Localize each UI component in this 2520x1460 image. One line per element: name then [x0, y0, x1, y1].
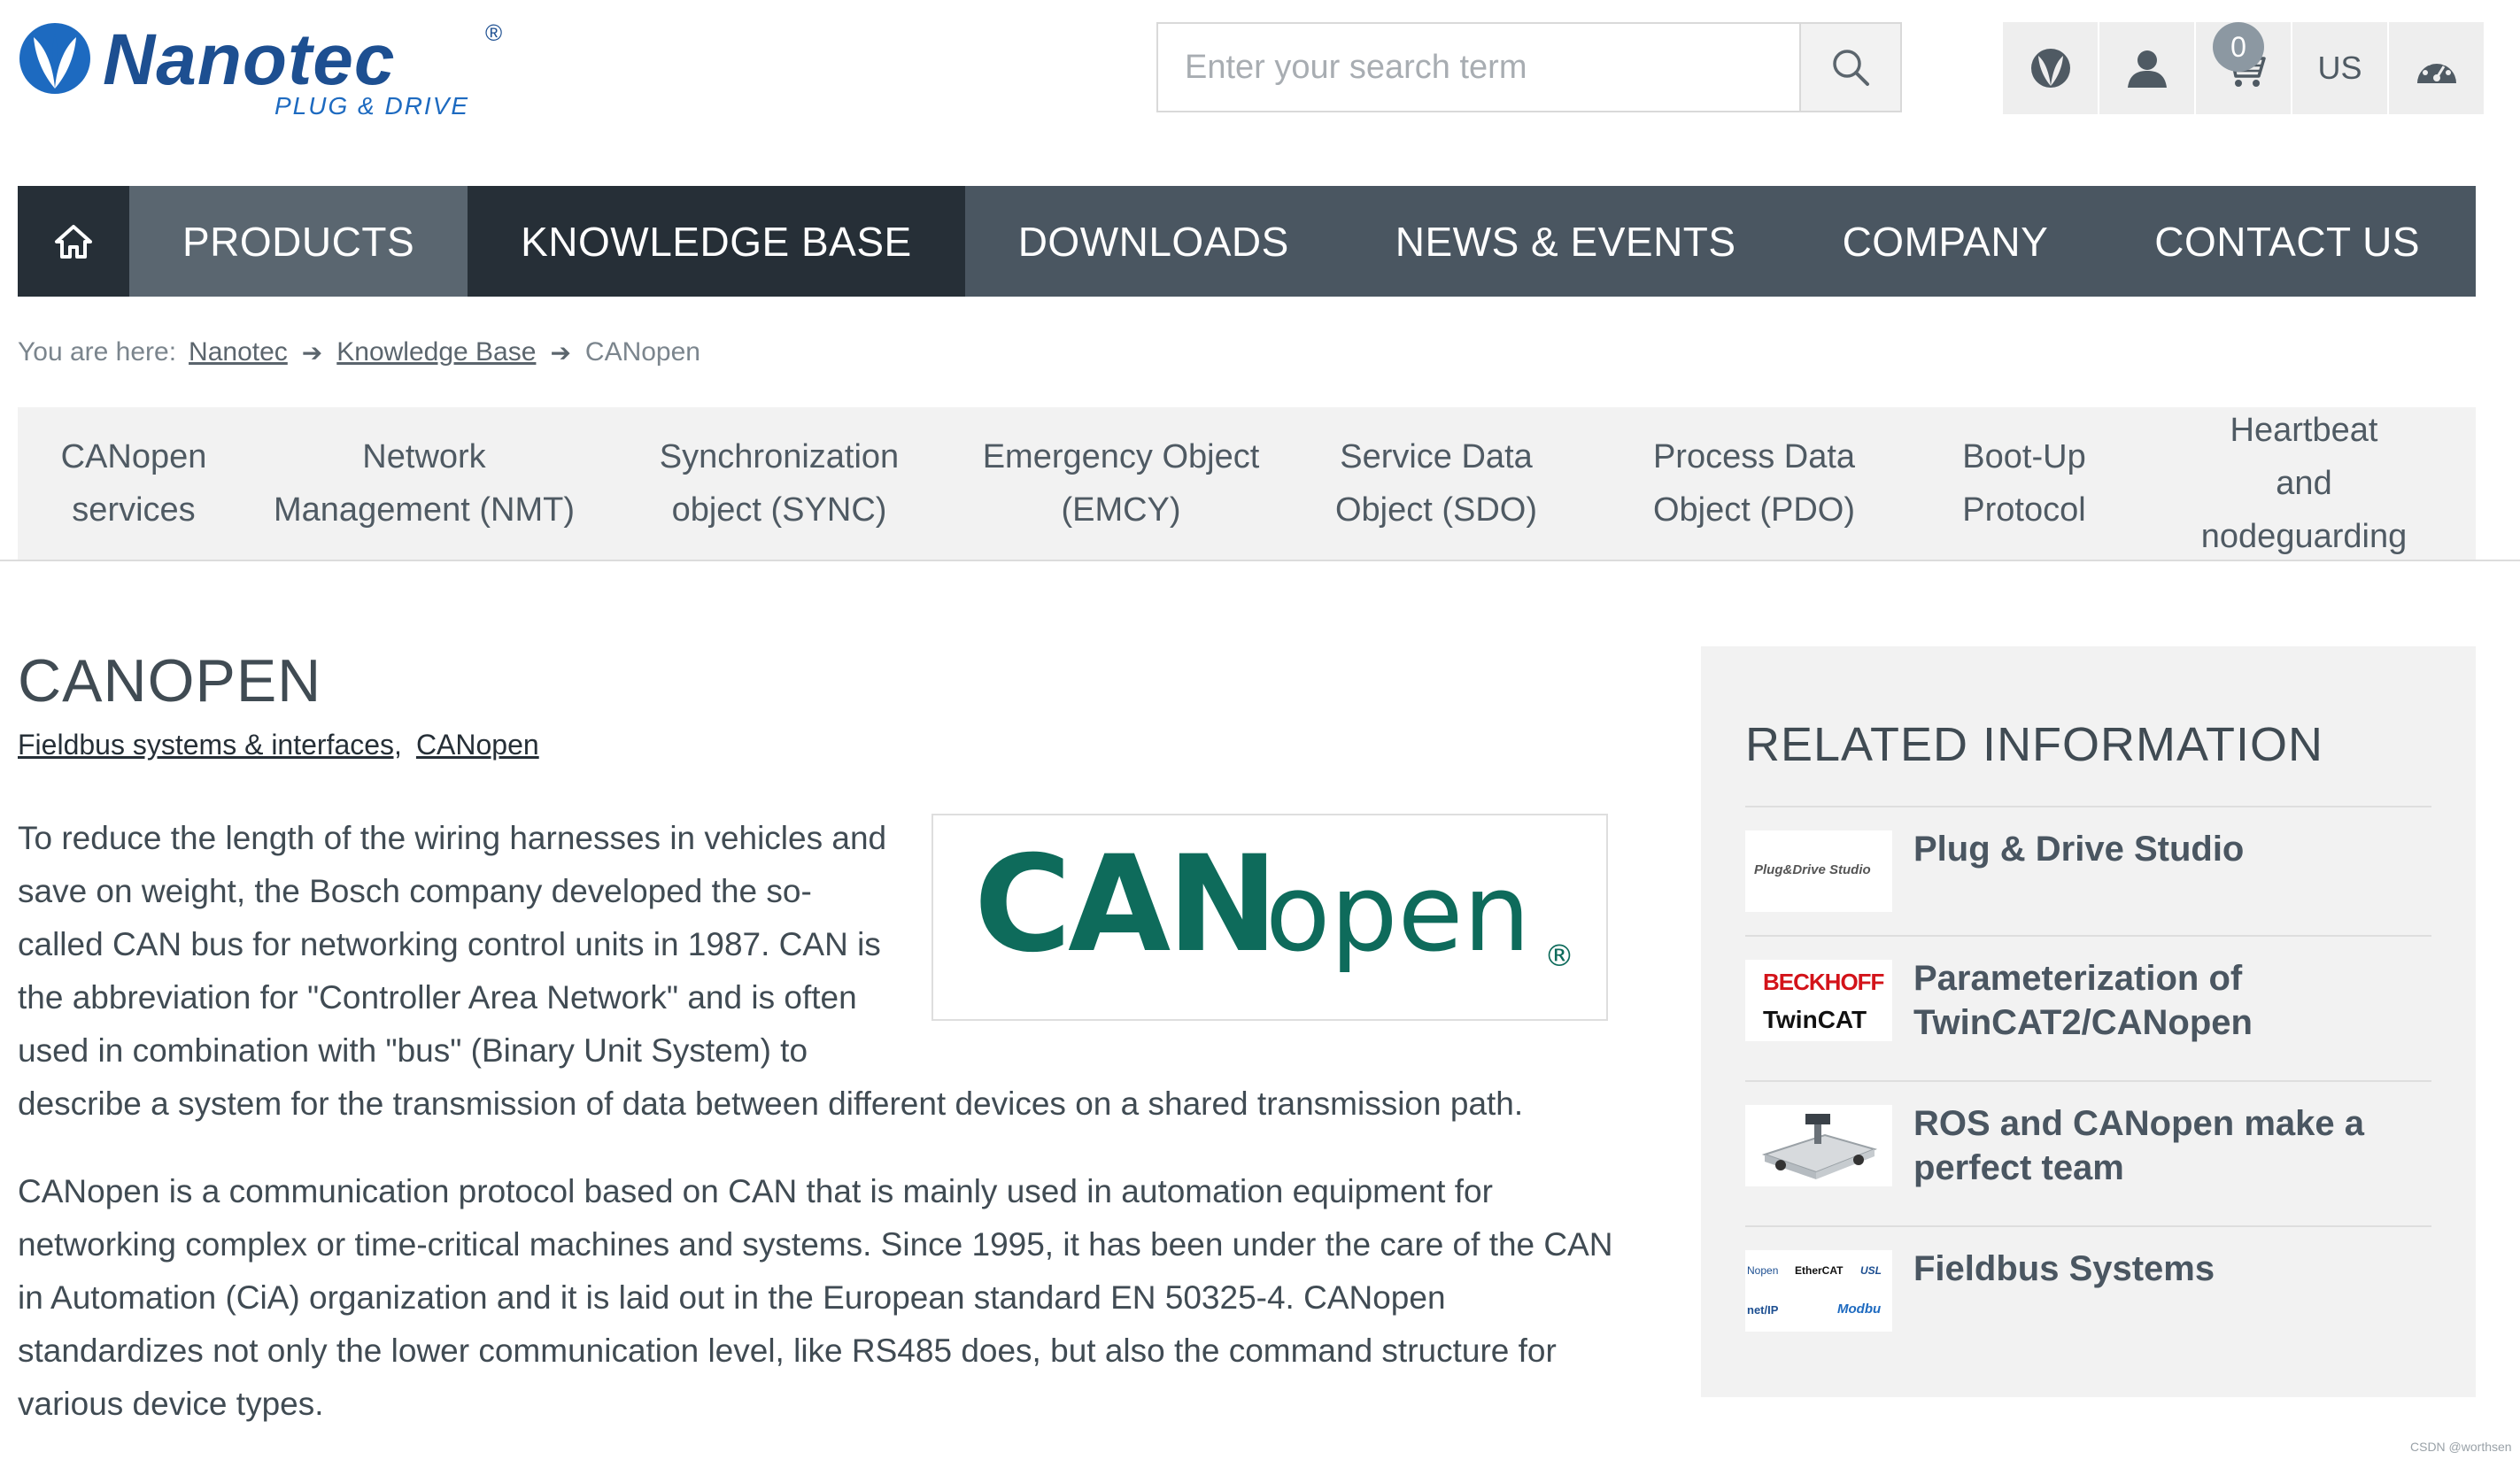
related-item-label[interactable]: ROS and CANopen make a perfect team: [1913, 1101, 2427, 1190]
subnav-canopen-services[interactable]: CANopen services: [61, 407, 207, 560]
subnav-emcy[interactable]: Emergency Object (EMCY): [983, 407, 1260, 560]
tag-canopen[interactable]: CANopen: [416, 729, 539, 761]
subnav-label: CANopen: [60, 438, 207, 475]
thumb-text: net/IP: [1747, 1303, 1779, 1317]
logo-wordmark: Nanotec: [103, 19, 396, 100]
thumb-text: Plug&Drive Studio: [1754, 862, 1871, 877]
region-label: US: [2317, 50, 2362, 86]
search-input[interactable]: [1158, 24, 1799, 111]
cart-count-badge: 0: [2213, 22, 2264, 72]
thumb-text: USL: [1860, 1264, 1882, 1277]
thumb-text: EtherCAT: [1795, 1264, 1844, 1277]
tag-list: Fieldbus systems & interfaces, CANopen: [18, 729, 539, 761]
arrow-right-icon: ➔: [301, 338, 323, 367]
subnav-heartbeat[interactable]: Heartbeat and nodeguarding: [2201, 407, 2407, 560]
nanotec-shop-button[interactable]: [2003, 22, 2099, 114]
canopen-logo-open: open: [1265, 853, 1530, 976]
canopen-logo-image: CAN open ®: [931, 814, 1608, 1021]
nanotec-logo[interactable]: Nanotec ® PLUG & DRIVE: [18, 18, 514, 124]
related-item[interactable]: BECKHOFF TwinCAT Parameterization of Twi…: [1745, 935, 2431, 1082]
thumb-text: Modbu: [1837, 1302, 1882, 1317]
region-selector[interactable]: US: [2292, 22, 2389, 114]
thumb-text: TwinCAT: [1763, 1006, 1867, 1033]
account-button[interactable]: [2099, 22, 2196, 114]
subnav-label: nodeguarding: [2200, 518, 2408, 555]
nav-news-events[interactable]: NEWS & EVENTS: [1342, 186, 1790, 297]
breadcrumb-nanotec[interactable]: Nanotec: [189, 337, 288, 367]
nav-company[interactable]: COMPANY: [1790, 186, 2102, 297]
nav-contact-us[interactable]: CONTACT US: [2101, 186, 2473, 297]
related-item-label[interactable]: Plug & Drive Studio: [1913, 827, 2427, 871]
divider: [0, 560, 2520, 561]
subnav-sdo[interactable]: Service Data Object (SDO): [1335, 407, 1537, 560]
nanotec-leaf-icon: [19, 23, 90, 94]
beckhoff-twincat-thumb: BECKHOFF TwinCAT: [1745, 960, 1892, 1041]
subnav-label: Boot-Up: [1962, 438, 2086, 475]
fieldbus-logos-thumb: Nopen EtherCAT USL net/IP Modbu: [1745, 1250, 1892, 1332]
related-item[interactable]: ROS and CANopen make a perfect team: [1745, 1080, 2431, 1227]
subnav-label: Protocol: [1962, 491, 2086, 529]
subnav-label: Object (PDO): [1652, 491, 1856, 529]
dashboard-button[interactable]: [2389, 22, 2485, 114]
search-icon: [1833, 50, 1869, 86]
thumb-text: BECKHOFF: [1763, 969, 1884, 995]
subnav-nmt[interactable]: Network Management (NMT): [274, 407, 575, 560]
nav-downloads[interactable]: DOWNLOADS: [965, 186, 1342, 297]
user-icon: [2127, 50, 2167, 88]
logo-tagline: PLUG & DRIVE: [274, 92, 470, 120]
breadcrumb: You are here: Nanotec ➔ Knowledge Base ➔…: [18, 333, 700, 372]
nav-products[interactable]: PRODUCTS: [129, 186, 468, 297]
canopen-logo-reg: ®: [1544, 939, 1574, 974]
nav-knowledge-base[interactable]: KNOWLEDGE BASE: [468, 186, 965, 297]
subnav-label: Service Data: [1340, 438, 1533, 475]
subnav-label: (EMCY): [1061, 491, 1181, 529]
related-information-panel: RELATED INFORMATION Plug&Drive Studio Pl…: [1701, 646, 2476, 1397]
nanotec-leaf-icon: [2030, 49, 2070, 88]
subnav-label: Emergency Object: [982, 438, 1260, 475]
related-item-label[interactable]: Parameterization of TwinCAT2/CANopen: [1913, 956, 2427, 1045]
related-title: RELATED INFORMATION: [1745, 718, 2324, 771]
watermark: CSDN @worthsen: [2410, 1440, 2512, 1454]
subnav-label: Network: [362, 438, 486, 475]
page-title: CANOPEN: [18, 647, 322, 715]
subnav-label: Management (NMT): [274, 491, 575, 529]
registered-mark: ®: [485, 19, 503, 46]
search-bar: [1156, 22, 1902, 112]
subnav-label: Synchronization: [659, 438, 900, 475]
main-nav: PRODUCTS KNOWLEDGE BASE DOWNLOADS NEWS &…: [18, 186, 2476, 297]
canopen-subnav: CANopen services Network Management (NMT) …: [18, 407, 2476, 560]
tag-fieldbus-systems[interactable]: Fieldbus systems & interfaces,: [18, 729, 402, 761]
subnav-label: services: [72, 491, 196, 529]
dashboard-icon: [2416, 56, 2456, 83]
subnav-sync[interactable]: Synchronization object (SYNC): [660, 407, 899, 560]
search-button[interactable]: [1799, 24, 1900, 111]
robot-image: [1745, 1105, 1892, 1186]
breadcrumb-prefix: You are here:: [18, 337, 177, 367]
paragraph-2-text: CANopen is a communication protocol base…: [18, 1173, 1613, 1422]
article-paragraph: CANopen is a communication protocol base…: [18, 1165, 1638, 1431]
subnav-label: Object (SDO): [1334, 491, 1538, 529]
subnav-label: Heartbeat and: [2230, 412, 2378, 502]
arrow-right-icon: ➔: [550, 338, 571, 367]
related-item[interactable]: Nopen EtherCAT USL net/IP Modbu Fieldbus…: [1745, 1225, 2431, 1360]
related-item[interactable]: Plug&Drive Studio Plug & Drive Studio: [1745, 806, 2431, 937]
canopen-logo: CAN open ®: [974, 833, 1574, 982]
subnav-label: Process Data: [1652, 438, 1856, 475]
plug-drive-studio-thumb: Plug&Drive Studio: [1745, 830, 1892, 912]
breadcrumb-knowledge-base[interactable]: Knowledge Base: [336, 337, 536, 367]
ros-robot-thumb: [1745, 1105, 1892, 1186]
breadcrumb-current: CANopen: [584, 337, 700, 367]
subnav-pdo[interactable]: Process Data Object (PDO): [1653, 407, 1855, 560]
header-toolbar: US 0: [2003, 22, 2485, 114]
canopen-logo-can: CAN: [974, 833, 1275, 982]
related-item-label[interactable]: Fieldbus Systems: [1913, 1247, 2427, 1291]
article-paragraph: CAN open ® To reduce the length of the w…: [18, 812, 1636, 1131]
subnav-label: object (SYNC): [671, 491, 887, 529]
subnav-boot-up[interactable]: Boot-Up Protocol: [1962, 407, 2085, 560]
thumb-text: Nopen: [1747, 1264, 1779, 1277]
home-icon: [55, 224, 92, 259]
nav-home[interactable]: [18, 186, 129, 297]
